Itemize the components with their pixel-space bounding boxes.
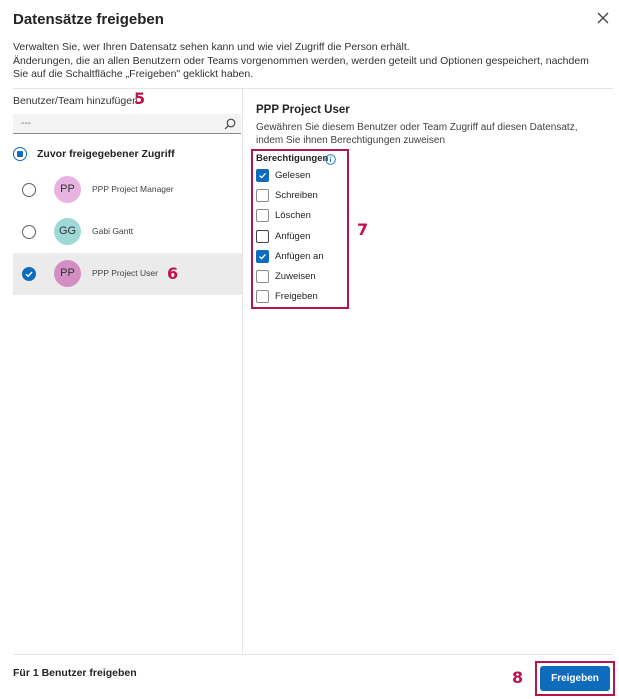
avatar: PP [54, 176, 81, 203]
permission-label: Gelesen [275, 170, 311, 181]
avatar: GG [54, 218, 81, 245]
permission-label: Anfügen an [275, 251, 324, 262]
search-icon[interactable] [223, 117, 237, 131]
selected-user-description: Gewähren Sie diesem Benutzer oder Team Z… [256, 122, 578, 146]
permission-checkbox-freigeben[interactable] [256, 290, 269, 303]
permission-label: Zuweisen [275, 271, 316, 282]
select-all-checkbox[interactable] [13, 147, 27, 161]
previous-access-label: Zuvor freigegebener Zugriff [37, 148, 175, 160]
close-icon[interactable] [595, 10, 611, 26]
permissions-heading: Berechtigungen [256, 153, 329, 164]
permission-label: Schreiben [275, 190, 318, 201]
divider-vertical [242, 89, 243, 654]
user-row-ppp-project-manager[interactable]: PP PPP Project Manager [13, 169, 242, 211]
user-name: PPP Project User [92, 268, 158, 278]
callout-5: 5 [134, 89, 146, 108]
permission-checkbox-zuweisen[interactable] [256, 270, 269, 283]
user-row-gabi-gantt[interactable]: GG Gabi Gantt [13, 211, 242, 253]
callout-8: 8 [512, 668, 524, 687]
permission-checkbox-loeschen[interactable] [256, 209, 269, 222]
user-radio-selected[interactable] [22, 267, 36, 281]
user-radio[interactable] [22, 225, 36, 239]
permission-checkbox-anfuegen[interactable] [256, 230, 269, 243]
divider-bottom [13, 654, 613, 655]
permission-checkbox-gelesen[interactable] [256, 169, 269, 182]
search-input[interactable]: --- [13, 114, 241, 134]
user-name: PPP Project Manager [92, 184, 174, 194]
avatar: PP [54, 260, 81, 287]
user-row-ppp-project-user[interactable]: PP PPP Project User [13, 253, 242, 295]
permission-label: Anfügen [275, 231, 311, 242]
description-line-2: Änderungen, die an allen Benutzern oder … [13, 54, 589, 81]
selected-user-title: PPP Project User [256, 104, 350, 116]
user-radio[interactable] [22, 183, 36, 197]
add-user-team-label: Benutzer/Team hinzufügen [13, 95, 138, 107]
divider-top [13, 88, 613, 89]
dialog-description: Verwalten Sie, wer Ihren Datensatz sehen… [13, 41, 603, 82]
callout-7: 7 [357, 220, 369, 239]
permission-label: Löschen [275, 210, 311, 221]
search-placeholder: --- [21, 118, 31, 129]
user-name: Gabi Gantt [92, 226, 134, 236]
description-line-1: Verwalten Sie, wer Ihren Datensatz sehen… [13, 41, 410, 53]
callout-6: 6 [167, 264, 179, 283]
info-icon[interactable] [325, 152, 336, 165]
share-button[interactable]: Freigeben [540, 666, 610, 691]
permission-checkbox-anfuegen-an[interactable] [256, 250, 269, 263]
permission-label: Freigeben [275, 291, 318, 302]
permission-checkbox-schreiben[interactable] [256, 189, 269, 202]
share-summary: Für 1 Benutzer freigeben [13, 667, 137, 679]
dialog-title: Datensätze freigeben [13, 11, 164, 28]
